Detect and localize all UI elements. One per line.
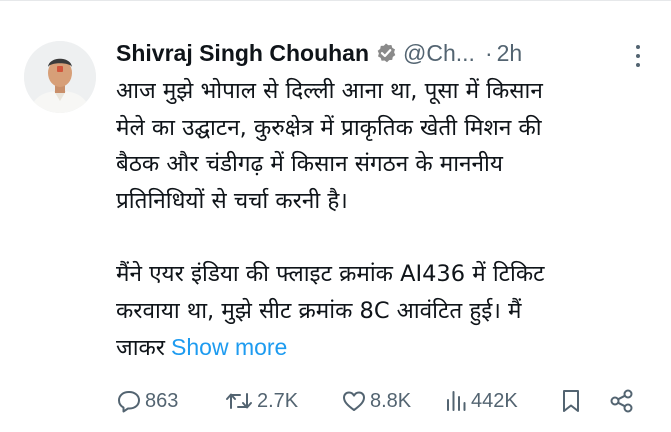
reply-icon [116,388,142,414]
more-vertical-icon[interactable] [635,45,641,67]
post-time[interactable]: 2h [497,40,523,67]
tweet-text-line: आज मुझे भोपाल से दिल्ली आना था, पूसा में… [116,78,543,104]
tweet-text-line: मैंने एयर इंडिया की फ्लाइट क्रमांक AI436… [116,260,545,287]
tweet-header: Shivraj Singh Chouhan @Ch... · 2h [116,35,656,71]
heart-icon [341,388,367,414]
bookmark-button[interactable] [560,385,582,417]
tweet-text-line: करवाया था, मुझे सीट क्रमांक 8C आवंटित हु… [116,297,522,324]
tweet-text: आज मुझे भोपाल से दिल्ली आना था, पूसा में… [116,73,646,367]
bookmark-icon [560,388,582,414]
separator-dot: · [484,39,493,66]
show-more-link[interactable]: Show more [171,334,287,360]
like-count: 8.8K [370,389,412,412]
tweet-text-line: जाकर [116,335,166,362]
views-chart-icon [444,388,468,414]
repost-count: 2.7K [257,389,299,412]
like-button[interactable]: 8.8K [341,385,411,417]
avatar[interactable] [24,41,96,113]
author-handle[interactable]: @Ch... [403,40,475,67]
tweet-text-last-line: जाकर Show more [116,329,646,367]
tweet-text-line: बैठक और चंडीगढ़ में किसान संगठन के माननी… [116,151,503,178]
views-count: 442K [471,389,518,412]
repost-button[interactable]: 2.7K [224,385,298,417]
action-bar: 863 2.7K 8.8K 442K [116,385,646,417]
author-name[interactable]: Shivraj Singh Chouhan [116,40,369,67]
share-button[interactable] [608,385,636,417]
tweet-text-line: प्रतिनिधियों से चर्चा करनी है। [116,187,348,214]
tweet-text-line: मेले का उद्घाटन, कुरुक्षेत्र में प्राकृत… [116,114,542,141]
verified-badge-icon [375,42,397,64]
tweet-card[interactable]: Shivraj Singh Chouhan @Ch... · 2h आज मुझ… [0,0,671,432]
repost-icon [224,388,254,414]
share-icon [608,388,636,414]
reply-button[interactable]: 863 [116,385,178,417]
avatar-image [24,41,96,113]
views-button[interactable]: 442K [444,385,518,417]
reply-count: 863 [145,389,179,412]
